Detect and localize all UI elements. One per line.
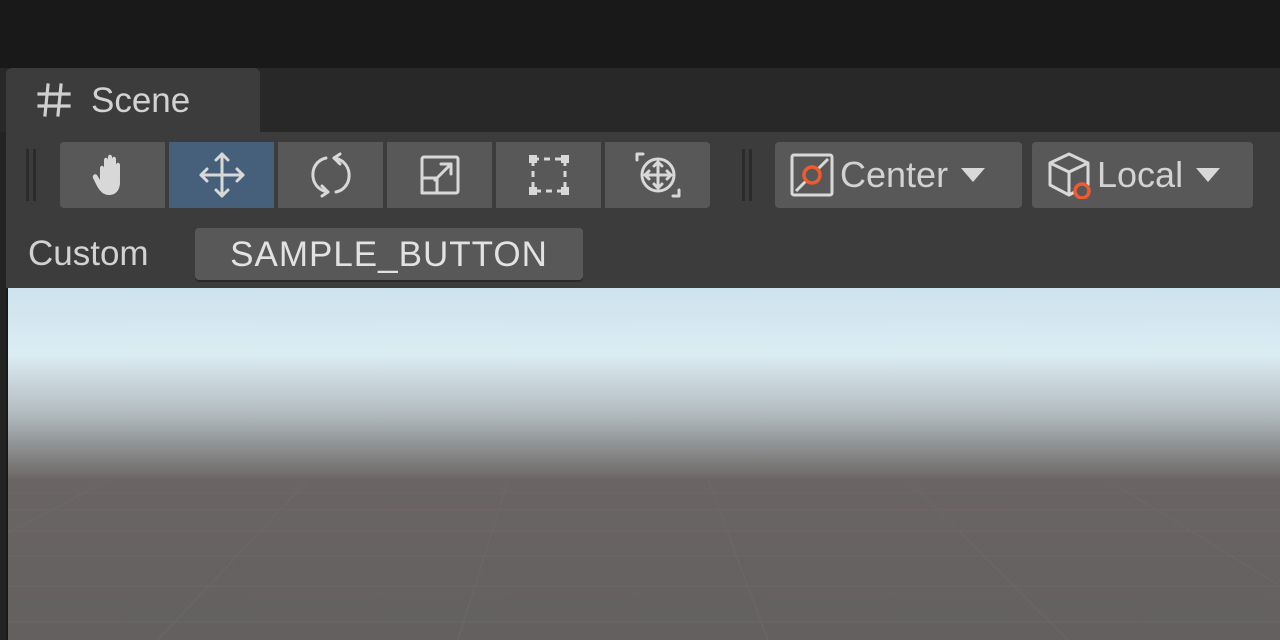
custom-label: Custom [28,234,149,273]
sample-button[interactable]: SAMPLE_BUTTON [195,228,583,282]
pivot-rotation-label: Local [1097,154,1184,195]
pivot-position-label: Center [840,154,949,195]
scale-tool-button[interactable] [387,142,492,208]
rotate-icon [310,152,351,198]
transform-tool-button[interactable] [605,142,710,208]
pivot-rotation-dropdown[interactable]: Local [1032,142,1253,208]
toolbar-grip-handle-2[interactable] [742,149,752,201]
scale-icon [420,155,459,195]
title-strip [0,0,1280,68]
move-tool-button[interactable] [169,142,274,208]
pivot-position-dropdown[interactable]: Center [775,142,1022,208]
rect-transform-icon [528,155,569,195]
hash-grid-icon [37,83,71,117]
scene-viewport[interactable] [8,288,1280,640]
chevron-down-icon [961,168,986,182]
chevron-down-icon [1196,168,1221,182]
unity-scene-window: Scene Center Local Custom SAMPLE_BUTTON [0,0,1280,640]
scene-toolbar: Center Local Custom SAMPLE_BUTTON [6,132,1280,288]
move-arrows-icon [199,152,244,198]
hand-icon [92,154,120,195]
pivot-center-icon [790,153,834,197]
hand-tool-button[interactable] [60,142,165,208]
transform-tool-group [60,142,710,208]
tab-bar: Scene [0,68,1280,132]
pivot-local-icon [1048,152,1091,199]
toolbar-grip-handle[interactable] [26,149,36,201]
custom-toolbar-row: Custom SAMPLE_BUTTON [6,228,1280,284]
rect-tool-button[interactable] [496,142,601,208]
tab-scene-label: Scene [91,81,191,120]
tab-scene[interactable]: Scene [6,68,260,132]
scene-viewport-render [8,288,1280,640]
rotate-tool-button[interactable] [278,142,383,208]
transform-icon [635,152,680,198]
